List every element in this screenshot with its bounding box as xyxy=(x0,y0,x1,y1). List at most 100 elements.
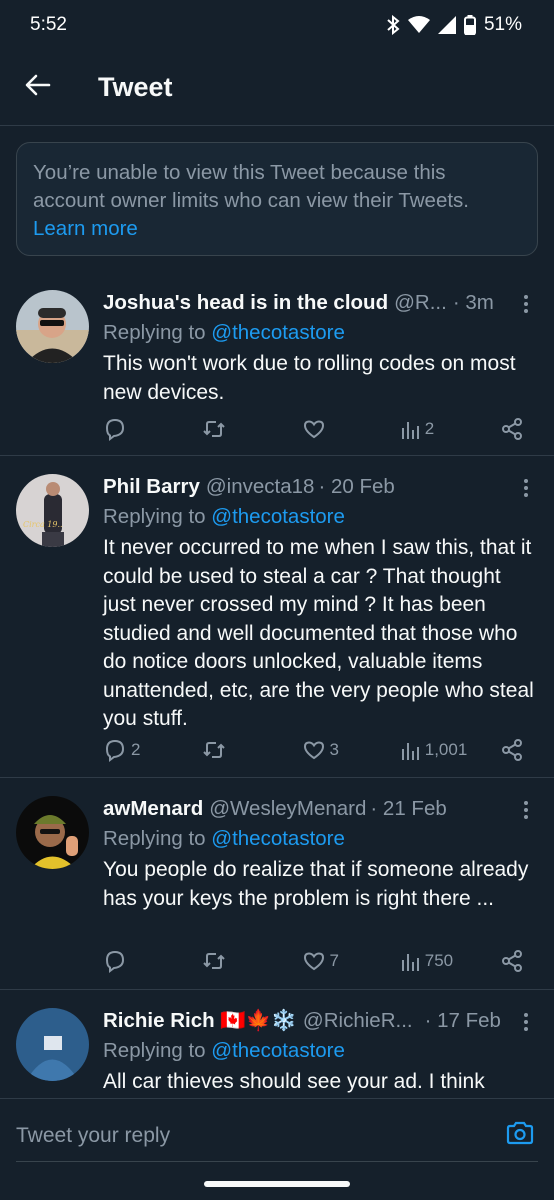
reply-tweet[interactable]: Joshua's head is in the cloud @R... · 3m… xyxy=(0,272,554,456)
status-bar: 5:52 51% xyxy=(0,0,554,50)
share-button[interactable] xyxy=(500,417,524,441)
more-icon[interactable] xyxy=(514,292,538,316)
reply-icon xyxy=(103,417,127,441)
battery-icon xyxy=(463,15,476,35)
author-handle[interactable]: @WesleyMenard xyxy=(209,794,366,824)
tweet-header: Richie Rich 🇨🇦🍁❄️ @RichieR... · 17 Feb xyxy=(103,1006,538,1036)
tweet-text: This won't work due to rolling codes on … xyxy=(103,352,516,404)
retweet-icon xyxy=(202,417,226,441)
tweet-body: awMenard @WesleyMenard · 21 Feb Replying… xyxy=(103,794,538,913)
more-icon[interactable] xyxy=(514,798,538,822)
avatar[interactable] xyxy=(16,290,89,363)
tweet-header: Phil Barry @invecta18 · 20 Feb xyxy=(103,472,538,502)
retweet-icon xyxy=(202,738,226,762)
restricted-tweet-notice: You’re unable to view this Tweet because… xyxy=(16,142,538,256)
share-icon xyxy=(500,949,524,973)
like-button[interactable] xyxy=(302,417,394,441)
reply-button[interactable] xyxy=(103,417,195,441)
views-button[interactable]: 2 xyxy=(401,418,493,440)
author-handle[interactable]: @R... xyxy=(394,288,447,318)
replying-to: Replying to @thecotastore xyxy=(103,824,538,854)
views-count: 2 xyxy=(424,419,435,438)
reply-input[interactable] xyxy=(16,1119,454,1153)
like-icon xyxy=(302,738,326,762)
views-icon xyxy=(401,739,421,761)
tweet-header: Joshua's head is in the cloud @R... · 3m xyxy=(103,288,538,318)
avatar[interactable] xyxy=(16,1008,89,1081)
tweet-header: awMenard @WesleyMenard · 21 Feb xyxy=(103,794,538,824)
avatar[interactable]: Circa 19.. xyxy=(16,474,89,547)
like-button[interactable]: 7 xyxy=(302,949,394,973)
like-button[interactable]: 3 xyxy=(302,738,394,762)
notice-text: You’re unable to view this Tweet because… xyxy=(33,161,470,212)
retweet-icon xyxy=(202,949,226,973)
avatar-caption: Circa 19.. xyxy=(23,520,63,529)
share-button[interactable] xyxy=(500,949,524,973)
author-name[interactable]: Richie Rich 🇨🇦🍁❄️ xyxy=(103,1006,297,1036)
replying-prefix: Replying to xyxy=(103,1039,212,1062)
learn-more-link[interactable]: Learn more xyxy=(33,215,521,243)
back-arrow-icon xyxy=(25,74,51,101)
author-handle[interactable]: @RichieR... xyxy=(303,1006,413,1036)
like-icon xyxy=(302,417,326,441)
share-icon xyxy=(500,417,524,441)
replying-prefix: Replying to xyxy=(103,321,212,344)
replying-to: Replying to @thecotastore xyxy=(103,502,538,532)
signal-icon xyxy=(437,16,456,34)
reply-icon xyxy=(103,949,127,973)
tweet-body: Richie Rich 🇨🇦🍁❄️ @RichieR... · 17 Feb R… xyxy=(103,1006,538,1097)
tweet-text: It never occurred to me when I saw this,… xyxy=(103,536,534,730)
tweet-actions: 2 xyxy=(103,414,524,444)
mention-link[interactable]: @thecotastore xyxy=(211,321,345,344)
views-count: 1,001 xyxy=(424,740,468,759)
home-indicator[interactable] xyxy=(204,1181,350,1187)
status-time: 5:52 xyxy=(30,14,67,35)
tweet-time: · 3m xyxy=(452,291,494,314)
reply-bar xyxy=(0,1098,554,1200)
page-title: Tweet xyxy=(98,72,173,102)
tweet-body: Joshua's head is in the cloud @R... · 3m… xyxy=(103,288,538,407)
reply-button[interactable] xyxy=(103,949,195,973)
bluetooth-icon xyxy=(386,15,400,35)
status-icons: 51% xyxy=(386,14,522,36)
retweet-button[interactable] xyxy=(202,949,294,973)
reply-button[interactable]: 2 xyxy=(103,738,195,762)
more-icon[interactable] xyxy=(514,476,538,500)
author-name[interactable]: awMenard xyxy=(103,794,203,824)
retweet-button[interactable] xyxy=(202,738,294,762)
share-icon xyxy=(500,738,524,762)
author-handle[interactable]: @invecta18 xyxy=(206,472,315,502)
views-button[interactable]: 1,001 xyxy=(401,739,493,761)
share-button[interactable] xyxy=(500,738,524,762)
like-count: 3 xyxy=(329,740,339,759)
tweet-time: · 17 Feb xyxy=(424,1009,501,1032)
tweet-actions: 7 750 xyxy=(103,946,524,976)
back-button[interactable] xyxy=(0,50,76,126)
reply-tweet[interactable]: awMenard @WesleyMenard · 21 Feb Replying… xyxy=(0,778,554,990)
tweet-text: All car thieves should see your ad. I th… xyxy=(103,1070,485,1093)
like-count: 7 xyxy=(329,951,339,970)
top-bar: Tweet xyxy=(0,50,554,126)
views-button[interactable]: 750 xyxy=(401,950,493,972)
camera-icon xyxy=(506,1121,534,1150)
mention-link[interactable]: @thecotastore xyxy=(211,505,345,528)
author-name[interactable]: Phil Barry xyxy=(103,472,200,502)
mention-link[interactable]: @thecotastore xyxy=(211,827,345,850)
reply-count: 2 xyxy=(131,740,141,759)
tweet-actions: 2 3 1,001 xyxy=(103,735,524,765)
reply-underline xyxy=(16,1161,538,1162)
views-icon xyxy=(401,950,421,972)
camera-button[interactable] xyxy=(502,1117,538,1153)
mention-link[interactable]: @thecotastore xyxy=(211,1039,345,1062)
author-name[interactable]: Joshua's head is in the cloud xyxy=(103,288,388,318)
reply-tweet[interactable]: Circa 19.. Phil Barry @invecta18 · 20 Fe… xyxy=(0,456,554,778)
tweet-text: You people do realize that if someone al… xyxy=(103,858,529,910)
replying-prefix: Replying to xyxy=(103,827,212,850)
more-icon[interactable] xyxy=(514,1010,538,1034)
like-icon xyxy=(302,949,326,973)
avatar[interactable] xyxy=(16,796,89,869)
replying-to: Replying to @thecotastore xyxy=(103,318,538,348)
wifi-icon xyxy=(407,16,430,34)
replying-prefix: Replying to xyxy=(103,505,212,528)
retweet-button[interactable] xyxy=(202,417,294,441)
